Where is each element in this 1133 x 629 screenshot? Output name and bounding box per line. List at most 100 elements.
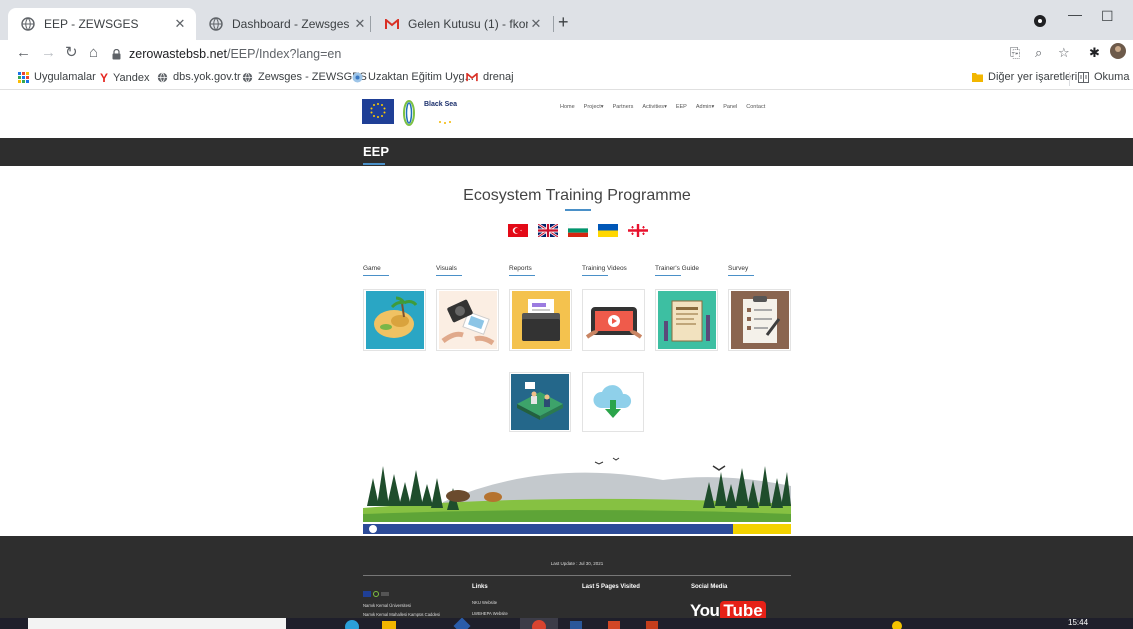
browser-tab-strip: EEP - ZEWSGES ✕ Dashboard - Zewsges ✕ Ge…: [0, 0, 1133, 40]
new-tab-button[interactable]: +: [558, 13, 569, 31]
category-visuals-label[interactable]: Visuals: [436, 265, 457, 272]
bookmark-star-icon[interactable]: ☆: [1058, 45, 1070, 61]
flag-uk-icon[interactable]: [538, 224, 558, 237]
avatar[interactable]: [1110, 43, 1126, 62]
category-training-videos-label[interactable]: Training Videos: [582, 265, 627, 272]
visuals-card[interactable]: [436, 289, 499, 351]
category-underline: [363, 275, 389, 276]
globe-icon: [20, 16, 36, 32]
site-header: Black Sea Home Project▾ Partners Activit…: [0, 90, 1133, 138]
bookmark-zewsges[interactable]: Zewsges - ZEWSGES: [242, 71, 367, 83]
survey-card[interactable]: [728, 289, 791, 351]
section-title: EEP: [363, 144, 390, 159]
camera-photos-icon: [438, 291, 497, 349]
footer-link[interactable]: NKU Website: [472, 600, 497, 605]
category-reports-label[interactable]: Reports: [509, 265, 532, 272]
nav-eep[interactable]: EEP: [676, 104, 687, 110]
nav-activities[interactable]: Activities▾: [642, 104, 666, 110]
bookmark-dbs-yok[interactable]: dbs.yok.gov.tr: [157, 71, 241, 83]
category-game-label[interactable]: Game: [363, 265, 381, 272]
flag-turkey-icon[interactable]: [508, 224, 528, 237]
page-title-underline: [565, 209, 591, 211]
back-icon[interactable]: ←: [16, 44, 31, 62]
game-card[interactable]: [363, 289, 426, 351]
nav-home[interactable]: Home: [560, 104, 575, 110]
black-sea-logo[interactable]: Black Sea: [400, 98, 468, 128]
close-tab-icon[interactable]: ✕: [172, 16, 188, 32]
profile-icon[interactable]: [1034, 14, 1046, 30]
chrome-icon[interactable]: [532, 620, 546, 629]
nav-partners[interactable]: Partners: [613, 104, 634, 110]
user-manual-icon: [657, 291, 716, 349]
bookmark-uzaktan-egitim[interactable]: Uzaktan Eğitim Uyg...: [352, 71, 474, 83]
home-icon[interactable]: ⌂: [89, 44, 98, 62]
bookmarks-bar: Uygulamalar Y Yandex dbs.yok.gov.tr Zews…: [0, 68, 1133, 90]
category-underline: [509, 275, 535, 276]
flower-icon: [352, 72, 363, 83]
word-icon[interactable]: [570, 621, 582, 629]
bookmark-label: Uzaktan Eğitim Uyg...: [368, 71, 474, 83]
reports-card[interactable]: [509, 289, 572, 351]
bookmark-drenaj[interactable]: drenaj: [466, 71, 514, 83]
site-footer: Last Update : Jul 30, 2021 Namık Kemal Ü…: [0, 536, 1133, 629]
globe-icon: [208, 16, 224, 32]
bookmark-label: Okuma lis: [1094, 71, 1133, 83]
tab-eep-zewsges[interactable]: EEP - ZEWSGES ✕: [8, 8, 196, 40]
maximize-icon[interactable]: ☐: [1101, 8, 1114, 25]
footer-link[interactable]: LWBHEPA Website: [472, 611, 508, 616]
forward-icon[interactable]: →: [41, 44, 56, 62]
footer-address-line: Namık Kemal Üniversitesi: [363, 603, 411, 608]
tab-gmail[interactable]: Gelen Kutusu (1) - fkonukcu@nku ✕: [372, 8, 552, 40]
taskbar-search-box[interactable]: [28, 618, 286, 629]
meeting-card[interactable]: [509, 372, 571, 432]
nav-project[interactable]: Project▾: [584, 104, 604, 110]
footer-divider: [363, 575, 791, 576]
close-tab-icon[interactable]: ✕: [528, 16, 544, 32]
edge-icon[interactable]: [345, 620, 359, 629]
reload-icon[interactable]: ↻: [65, 44, 78, 62]
tab-title: Dashboard - Zewsges: [232, 17, 350, 31]
category-underline: [655, 275, 681, 276]
bookmark-other-folder[interactable]: Diğer yer işaretleri: [972, 71, 1077, 83]
zoom-icon[interactable]: ⌕: [1035, 45, 1042, 61]
flag-georgia-icon[interactable]: [628, 224, 648, 237]
apps-grid-icon: [18, 71, 29, 83]
bookmark-label: Zewsges - ZEWSGES: [258, 71, 367, 83]
app-icon[interactable]: [646, 621, 658, 629]
url-path: /EEP/Index?lang=en: [226, 47, 342, 61]
language-flags: [508, 224, 658, 237]
gmail-icon: [384, 16, 400, 32]
address-bar[interactable]: zerowastebsb.net/EEP/Index?lang=en: [112, 43, 1012, 65]
training-videos-card[interactable]: [582, 289, 645, 351]
trainers-guide-card[interactable]: [655, 289, 718, 351]
eu-flag-logo[interactable]: [362, 99, 394, 124]
powerpoint-icon[interactable]: [608, 621, 620, 629]
footer-logo: [363, 584, 389, 602]
reading-list-icon: [1078, 71, 1089, 83]
translate-icon[interactable]: ⎘: [1010, 45, 1020, 61]
file-explorer-icon[interactable]: [382, 621, 396, 629]
browser-toolbar: ← → ↻ ⌂ zerowastebsb.net/EEP/Index?lang=…: [0, 40, 1133, 68]
flag-ukraine-icon[interactable]: [598, 224, 618, 237]
reading-list[interactable]: Okuma lis: [1078, 71, 1133, 83]
extensions-icon[interactable]: ✱: [1089, 45, 1100, 61]
download-card[interactable]: [582, 372, 644, 432]
category-underline: [728, 275, 754, 276]
close-tab-icon[interactable]: ✕: [352, 16, 368, 32]
last-update-text: Last Update : Jul 30, 2021: [550, 561, 604, 566]
tab-dashboard[interactable]: Dashboard - Zewsges ✕: [196, 8, 376, 40]
minimize-icon[interactable]: —: [1068, 6, 1082, 22]
nav-admin[interactable]: Admin▾: [696, 104, 714, 110]
bookmark-yandex[interactable]: Y Yandex: [100, 71, 150, 85]
taskbar-clock[interactable]: 15:44: [1068, 618, 1088, 627]
bookmark-apps[interactable]: Uygulamalar: [18, 71, 96, 83]
nav-panel[interactable]: Panel: [723, 104, 737, 110]
flag-bulgaria-icon[interactable]: [568, 224, 588, 237]
weather-icon[interactable]: [892, 621, 902, 629]
category-trainers-guide-label[interactable]: Trainer's Guide: [655, 265, 699, 272]
bookmark-separator: [1069, 72, 1070, 86]
category-survey-label[interactable]: Survey: [728, 265, 748, 272]
footer-social-heading: Social Media: [691, 584, 728, 590]
app-icon[interactable]: [453, 618, 471, 629]
nav-contact[interactable]: Contact: [746, 104, 765, 110]
